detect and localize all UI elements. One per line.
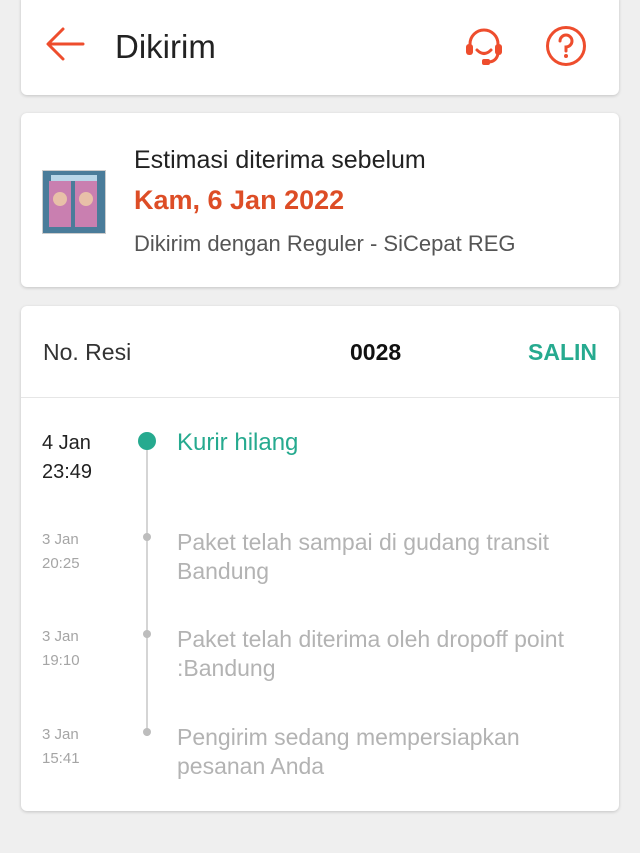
arrow-left-icon: [46, 27, 85, 61]
timeline-dot: [138, 432, 156, 450]
timeline-line: [146, 441, 148, 736]
headset-icon: [466, 28, 502, 65]
timeline-dot: [143, 728, 151, 736]
event-time: 20:25: [42, 555, 80, 572]
help-button[interactable]: [545, 25, 587, 67]
event-date: 3 Jan: [42, 531, 79, 548]
delivery-estimate-card: Estimasi diterima sebelum Kam, 6 Jan 202…: [21, 113, 619, 287]
back-button[interactable]: [45, 26, 85, 62]
event-status: Pengirim sedang mempersiapkan pesanan An…: [177, 724, 520, 779]
page-title: Dikirim: [115, 28, 216, 65]
event-datetime: 3 Jan 15:41: [42, 723, 80, 771]
timeline-dot: [143, 533, 151, 541]
timeline-dot: [143, 630, 151, 638]
tracking-number-label: No. Resi: [43, 339, 132, 365]
event-date: 4 Jan: [42, 432, 91, 454]
event-time: 19:10: [42, 652, 80, 669]
event-datetime: 3 Jan 19:10: [42, 625, 80, 673]
tracking-number-row: No. Resi 0028 SALIN: [21, 306, 619, 398]
tracking-card: No. Resi 0028 SALIN 4 Jan 23:49 Kurir hi…: [21, 306, 619, 811]
event-status: Kurir hilang: [177, 429, 299, 456]
event-time: 15:41: [42, 750, 80, 767]
shipping-method: Dikirim dengan Reguler - SiCepat REG: [134, 231, 516, 256]
estimated-date: Kam, 6 Jan 2022: [134, 185, 345, 215]
product-thumbnail: [42, 170, 106, 234]
tracking-number-value: 0028: [350, 339, 402, 365]
event-status: Paket telah sampai di gudang transit Ban…: [177, 529, 550, 584]
copy-button[interactable]: SALIN: [528, 339, 597, 366]
question-circle-icon: [546, 26, 586, 66]
event-date: 3 Jan: [42, 726, 79, 743]
event-time: 23:49: [42, 461, 93, 483]
customer-service-button[interactable]: [462, 26, 506, 66]
event-status: Paket telah diterima oleh dropoff point …: [177, 626, 564, 681]
event-date: 3 Jan: [42, 628, 79, 645]
event-datetime: 4 Jan 23:49: [42, 429, 92, 487]
app-header: Dikirim: [21, 0, 619, 95]
estimate-title: Estimasi diterima sebelum: [134, 146, 426, 174]
product-image-icon: [43, 171, 105, 233]
event-datetime: 3 Jan 20:25: [42, 528, 80, 576]
